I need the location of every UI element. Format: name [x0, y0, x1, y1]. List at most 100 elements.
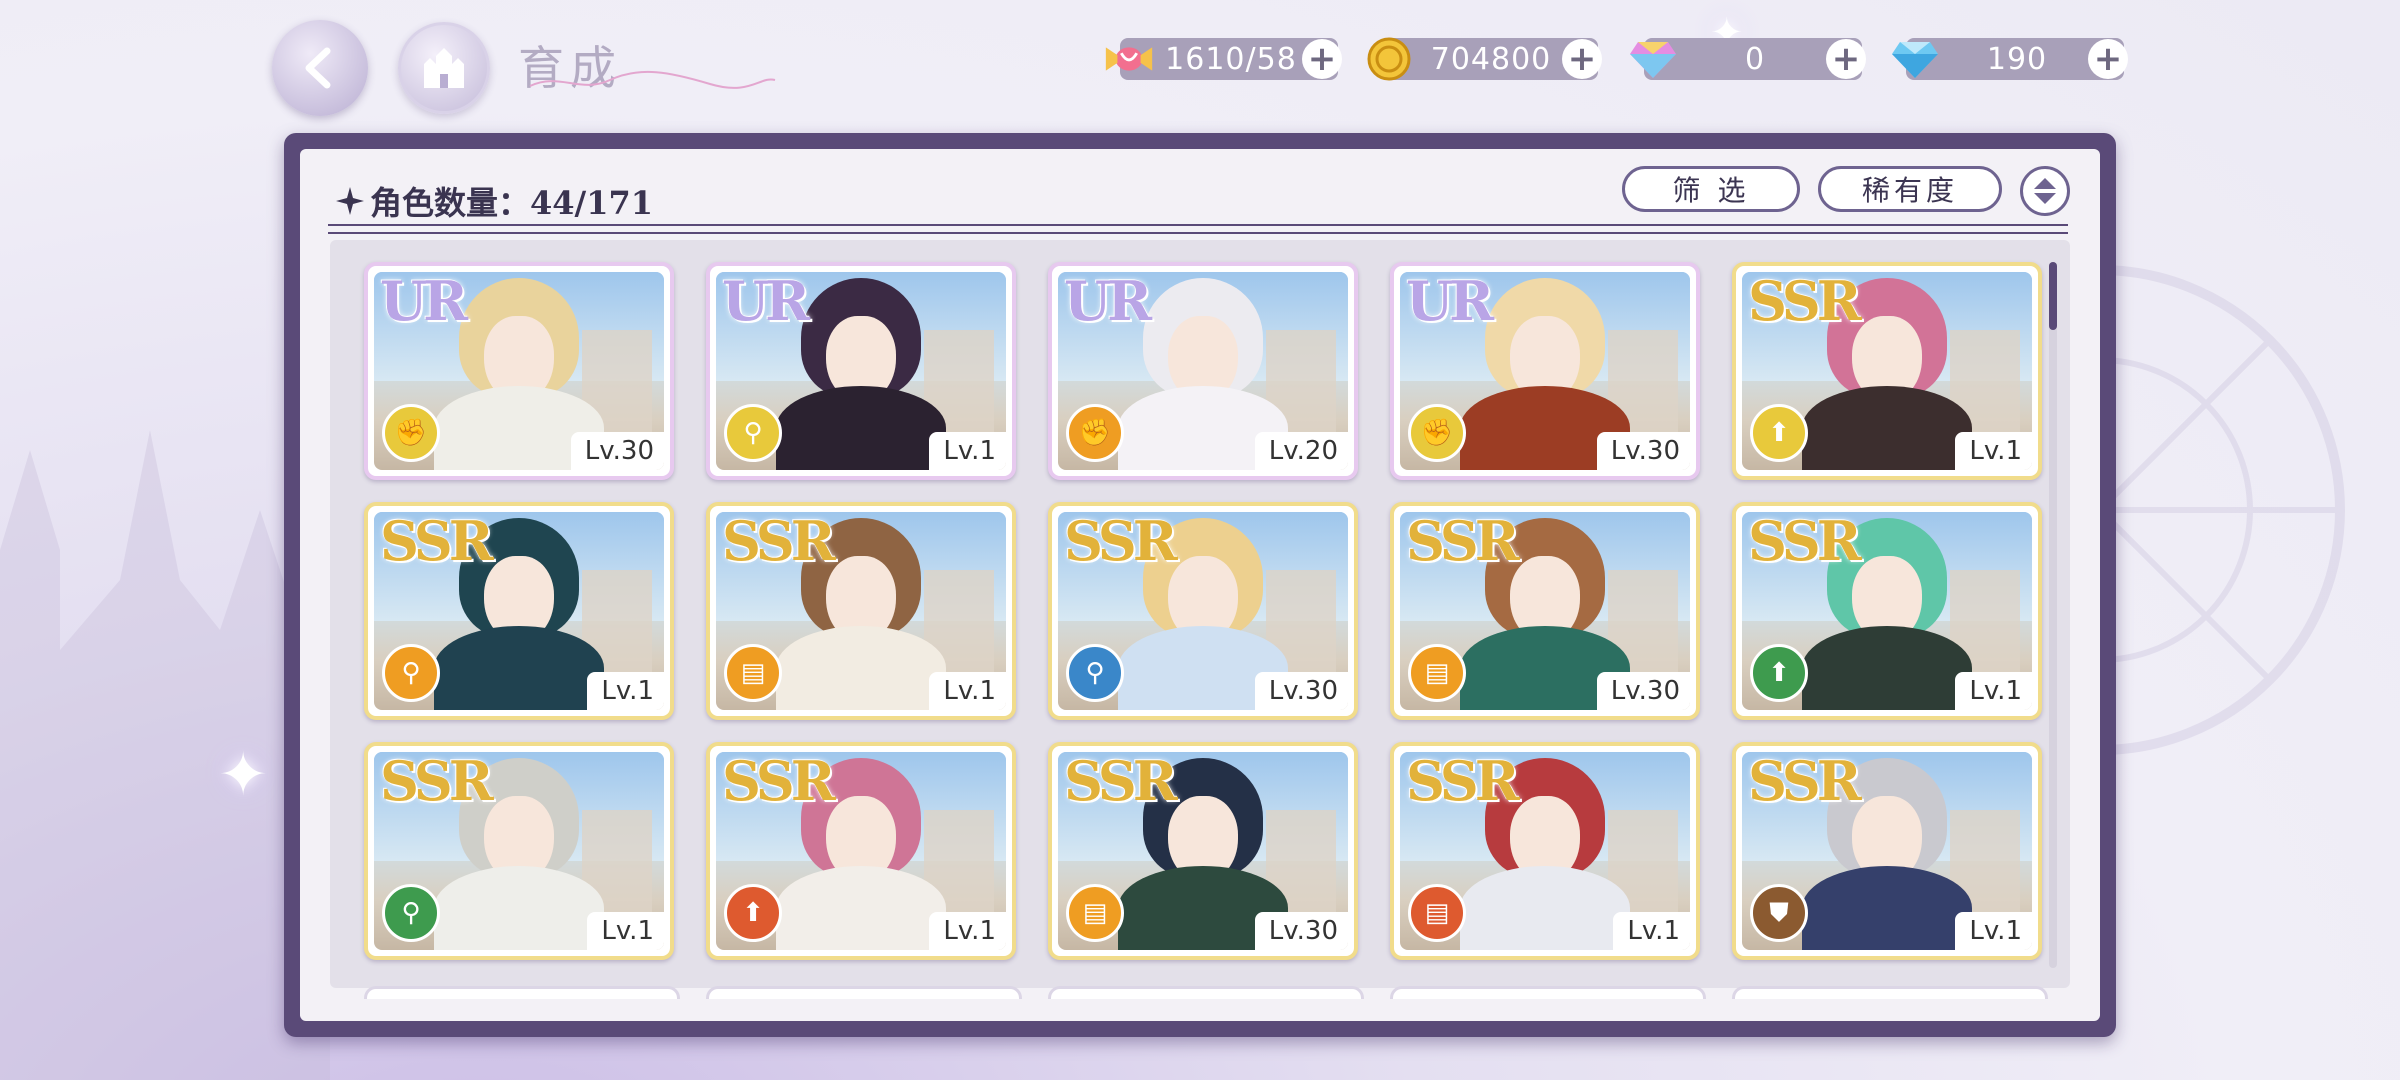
character-card[interactable]: SSR ⛊ Lv.1 [1732, 742, 2042, 960]
character-card-partial[interactable] [1390, 986, 1706, 999]
character-outfit [434, 866, 604, 950]
staff-icon: ⚲ [382, 884, 440, 942]
character-card[interactable]: SSR ⚲ Lv.1 [364, 502, 674, 720]
character-portrait: UR ✊ Lv.30 [374, 272, 664, 470]
rarity-badge: SSR [1748, 512, 1862, 573]
character-portrait: SSR ▤ Lv.1 [1400, 752, 1690, 950]
character-card-partial[interactable] [706, 986, 1022, 999]
character-portrait: UR ⚲ Lv.1 [716, 272, 1006, 470]
book-icon: ▤ [1066, 884, 1124, 942]
rarity-badge: SSR [1748, 272, 1862, 333]
character-level: Lv.1 [929, 432, 1006, 470]
character-level: Lv.1 [929, 672, 1006, 710]
add-gold-button[interactable]: + [1562, 39, 1602, 79]
sort-order-button[interactable] [2020, 166, 2070, 216]
staff-icon: ⚲ [724, 404, 782, 462]
gold-coin-icon [1362, 32, 1416, 86]
character-portrait: SSR ⚲ Lv.1 [374, 752, 664, 950]
rarity-badge: UR [1406, 272, 1494, 333]
character-portrait: SSR ⬆ Lv.1 [1742, 272, 2032, 470]
character-card[interactable]: UR ⚲ Lv.1 [706, 262, 1016, 480]
rainbow-gem-resource: 0 + [1630, 38, 1866, 80]
character-card-partial[interactable] [1048, 986, 1364, 999]
character-portrait: SSR ⬆ Lv.1 [716, 752, 1006, 950]
rarity-badge: UR [1064, 272, 1152, 333]
character-level: Lv.30 [1596, 432, 1690, 470]
rarity-badge: SSR [722, 752, 836, 813]
character-level: Lv.30 [1254, 672, 1348, 710]
character-level: Lv.1 [1955, 912, 2032, 950]
character-card[interactable]: UR ✊ Lv.30 [364, 262, 674, 480]
rarity-badge: SSR [380, 512, 494, 573]
book-icon: ▤ [1408, 884, 1466, 942]
diamond-icon [1888, 32, 1942, 86]
castle-background [0, 430, 330, 1080]
fist-icon: ✊ [382, 404, 440, 462]
character-portrait: SSR ⬆ Lv.1 [1742, 512, 2032, 710]
rarity-badge: SSR [1064, 752, 1178, 813]
boot-icon: ⬆ [1750, 644, 1808, 702]
character-outfit [1460, 866, 1630, 950]
character-card-partial[interactable] [1732, 986, 2048, 999]
character-card-partial[interactable] [364, 986, 680, 999]
character-level: Lv.1 [587, 912, 664, 950]
rarity-sort-button[interactable]: 稀有度 [1818, 166, 2002, 212]
character-portrait: SSR ▤ Lv.1 [716, 512, 1006, 710]
back-button[interactable] [272, 20, 368, 116]
character-portrait: UR ✊ Lv.30 [1400, 272, 1690, 470]
character-card[interactable]: SSR ▤ Lv.1 [1390, 742, 1700, 960]
rarity-badge: SSR [1748, 752, 1862, 813]
character-card[interactable]: SSR ⚲ Lv.1 [364, 742, 674, 960]
character-level: Lv.1 [1955, 432, 2032, 470]
character-card[interactable]: SSR ▤ Lv.30 [1390, 502, 1700, 720]
rarity-badge: UR [722, 272, 810, 333]
book-icon: ▤ [724, 644, 782, 702]
staff-icon: ⚲ [382, 644, 440, 702]
book-icon: ▤ [1408, 644, 1466, 702]
character-level: Lv.1 [1613, 912, 1690, 950]
shield-icon: ⛊ [1750, 884, 1808, 942]
rarity-badge: SSR [1406, 752, 1520, 813]
character-portrait: SSR ⛊ Lv.1 [1742, 752, 2032, 950]
rarity-badge: UR [380, 272, 468, 333]
character-portrait: SSR ▤ Lv.30 [1400, 512, 1690, 710]
character-count-label: 角色数量：44/171 [370, 184, 654, 222]
character-count: 角色数量：44/171 [336, 178, 653, 224]
character-card[interactable]: SSR ⬆ Lv.1 [1732, 502, 2042, 720]
character-card[interactable]: UR ✊ Lv.30 [1390, 262, 1700, 480]
character-outfit [776, 626, 946, 710]
character-card[interactable]: SSR ▤ Lv.1 [706, 502, 1016, 720]
boot-icon: ⬆ [1750, 404, 1808, 462]
fist-icon: ✊ [1408, 404, 1466, 462]
character-outfit [1802, 626, 1972, 710]
filter-button[interactable]: 筛 选 [1622, 166, 1800, 212]
character-card[interactable]: SSR ⚲ Lv.30 [1048, 502, 1358, 720]
diamond-resource: 190 + [1892, 38, 2128, 80]
character-outfit [776, 386, 946, 470]
candy-resource: 1610/58 + [1105, 38, 1342, 80]
character-card[interactable]: UR ✊ Lv.20 [1048, 262, 1358, 480]
character-level: Lv.30 [570, 432, 664, 470]
character-level: Lv.30 [1596, 672, 1690, 710]
title-script-decoration [529, 70, 776, 89]
rarity-badge: SSR [380, 752, 494, 813]
candy-icon [1102, 32, 1156, 86]
sparkle-icon [336, 187, 364, 215]
header-divider [328, 224, 2068, 234]
castle-home-icon [424, 48, 464, 88]
character-card[interactable]: SSR ⬆ Lv.1 [706, 742, 1016, 960]
character-portrait: UR ✊ Lv.20 [1058, 272, 1348, 470]
rarity-badge: SSR [1406, 512, 1520, 573]
home-button[interactable] [398, 22, 490, 114]
character-outfit [776, 866, 946, 950]
back-arrow-icon [305, 47, 331, 89]
add-rainbow-gem-button[interactable]: + [1826, 39, 1866, 79]
add-candy-button[interactable]: + [1302, 39, 1342, 79]
add-diamond-button[interactable]: + [2088, 39, 2128, 79]
gold-resource: 704800 + [1367, 37, 1602, 81]
scrollbar-thumb[interactable] [2049, 262, 2057, 330]
character-card[interactable]: SSR ⬆ Lv.1 [1732, 262, 2042, 480]
fist-icon: ✊ [1066, 404, 1124, 462]
grid-scrollbar[interactable] [2049, 262, 2057, 968]
character-card[interactable]: SSR ▤ Lv.30 [1048, 742, 1358, 960]
